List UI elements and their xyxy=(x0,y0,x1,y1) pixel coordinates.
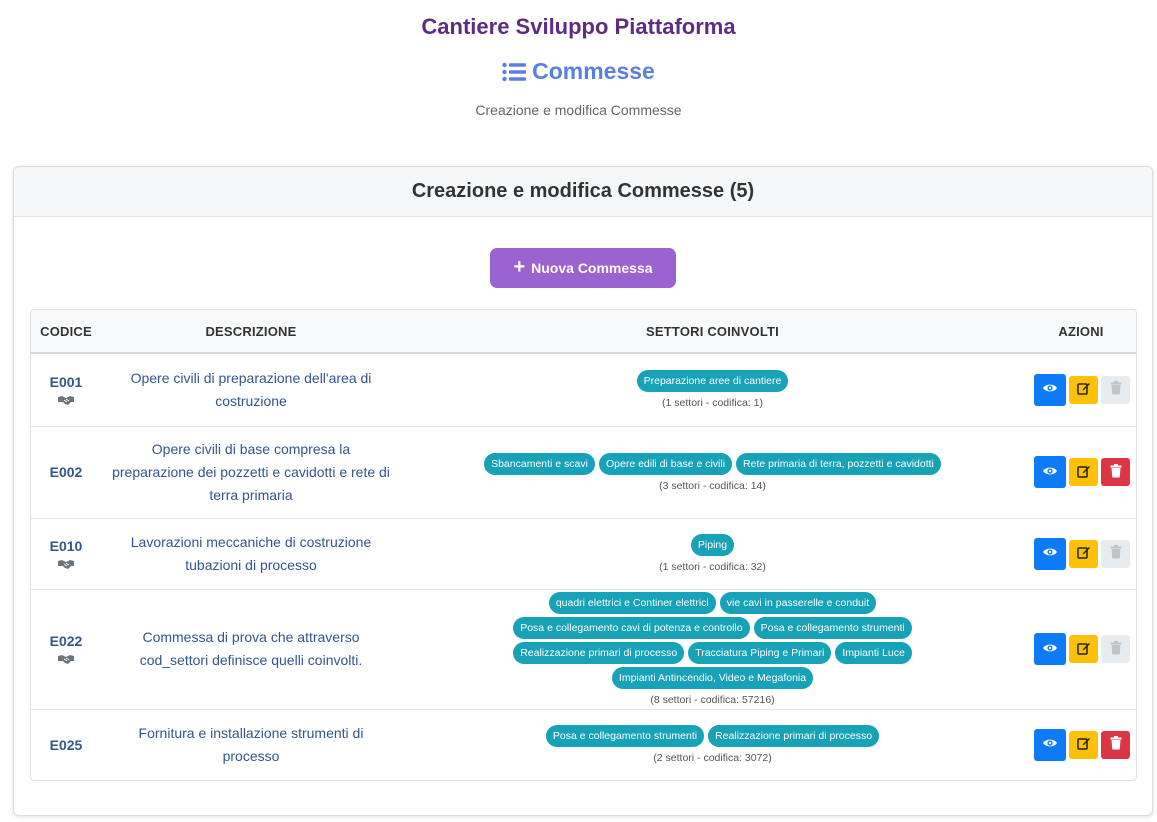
card-header: Creazione e modifica Commesse (5) xyxy=(14,167,1152,217)
trash-icon xyxy=(1110,463,1122,481)
header-code: CODICE xyxy=(40,323,92,339)
table-row: E010 Lavorazioni meccaniche di costruzio… xyxy=(31,518,1136,590)
row-code: E022 xyxy=(49,633,83,649)
sector-badge: Posa e collegamento strumenti xyxy=(545,725,705,747)
cell-sectors: Posa e collegamento strumenti Realizzazi… xyxy=(401,709,1024,780)
table-row: E001 Opere civili di preparazione dell'a… xyxy=(31,353,1136,427)
delete-button[interactable] xyxy=(1101,730,1130,759)
sector-badge: Tracciatura Piping e Primari xyxy=(688,642,832,664)
cell-code: E001 xyxy=(31,353,101,427)
cell-actions xyxy=(1024,353,1136,427)
eye-icon xyxy=(1042,465,1058,480)
cell-actions xyxy=(1024,589,1136,710)
edit-button[interactable] xyxy=(1069,539,1098,568)
cell-code: E002 xyxy=(31,426,101,519)
handshake-icon xyxy=(31,653,101,665)
row-description: Fornitura e installazione strumenti di p… xyxy=(101,709,401,780)
commesse-table: CODICE DESCRIZIONE SETTORI COINVOLTI AZI… xyxy=(30,309,1137,781)
sector-badge: Sbancamenti e scavi xyxy=(484,452,595,475)
edit-button[interactable] xyxy=(1069,635,1098,663)
cell-sectors: Sbancamenti e scavi Opere edili di base … xyxy=(401,426,1024,519)
sector-badge: Rete primaria di terra, pozzetti e cavid… xyxy=(736,452,941,475)
sector-badge: Realizzazione primari di processo xyxy=(513,642,685,664)
delete-button[interactable] xyxy=(1101,458,1130,486)
app-title: Cantiere Sviluppo Piattaforma xyxy=(421,14,736,39)
header-actions: AZIONI xyxy=(1058,323,1104,339)
row-description: Opere civili di base compresa la prepara… xyxy=(101,426,401,519)
trash-icon xyxy=(1110,640,1122,658)
sector-badge: Impianti Antincendio, Video e Megafonia xyxy=(611,667,814,689)
edit-button[interactable] xyxy=(1069,375,1098,404)
cell-code: E025 xyxy=(31,709,101,780)
new-commessa-label: Nuova Commessa xyxy=(531,260,653,276)
row-code: E001 xyxy=(49,373,83,390)
header-sectors: SETTORI COINVOLTI xyxy=(646,323,779,339)
cell-actions xyxy=(1024,426,1136,519)
sector-badge: quadri elettrici e Continer elettrici xyxy=(548,592,716,614)
sector-badge: Posa e collegamento strumenti xyxy=(753,617,912,639)
delete-button-disabled[interactable] xyxy=(1101,375,1130,404)
cell-sectors: Piping (1 settori - codifica: 32) xyxy=(401,518,1024,590)
sector-badge: Realizzazione primari di processo xyxy=(708,725,880,747)
cell-code: E010 xyxy=(31,518,101,590)
row-code: E002 xyxy=(49,464,83,480)
row-description: Lavorazioni meccaniche di costruzione tu… xyxy=(101,518,401,590)
sector-badge: Preparazione aree di cantiere xyxy=(636,370,789,393)
sector-info: (1 settori - codifica: 1) xyxy=(662,397,763,410)
eye-icon xyxy=(1042,737,1058,752)
eye-icon xyxy=(1042,546,1058,561)
plus-icon: + xyxy=(513,256,526,278)
eye-icon xyxy=(1042,382,1058,397)
trash-icon xyxy=(1110,545,1122,562)
cell-actions xyxy=(1024,709,1136,780)
trash-icon xyxy=(1110,736,1122,753)
edit-icon xyxy=(1076,641,1091,658)
new-commessa-button[interactable]: + Nuova Commessa xyxy=(490,248,676,288)
row-code: E010 xyxy=(49,537,83,554)
sector-badge: Impianti Luce xyxy=(835,642,912,664)
view-button[interactable] xyxy=(1034,633,1066,665)
sector-badge: Piping xyxy=(690,534,735,556)
edit-button[interactable] xyxy=(1069,730,1098,759)
row-code: E025 xyxy=(49,736,83,753)
view-button[interactable] xyxy=(1034,537,1066,570)
edit-icon xyxy=(1076,736,1091,753)
header-description: DESCRIZIONE xyxy=(205,323,297,339)
trash-icon xyxy=(1110,381,1122,398)
view-button[interactable] xyxy=(1034,728,1066,761)
handshake-icon xyxy=(31,394,101,406)
view-button[interactable] xyxy=(1034,456,1066,488)
table-row: E022 Commessa di prova che attraverso co… xyxy=(31,589,1136,710)
commesse-card: Creazione e modifica Commesse (5) + Nuov… xyxy=(13,166,1153,816)
cell-code: E022 xyxy=(31,589,101,710)
edit-icon xyxy=(1076,381,1091,398)
delete-button-disabled[interactable] xyxy=(1101,539,1130,568)
eye-icon xyxy=(1042,642,1058,657)
row-description: Commessa di prova che attraverso cod_set… xyxy=(101,589,401,710)
sector-badge: Opere edili di base e civili xyxy=(598,452,733,475)
sector-badge: Posa e collegamento cavi di potenza e co… xyxy=(513,617,750,639)
table-row: E025 Fornitura e installazione strumenti… xyxy=(31,709,1136,780)
table-header-row: CODICE DESCRIZIONE SETTORI COINVOLTI AZI… xyxy=(31,310,1136,353)
sector-info: (2 settori - codifica: 3072) xyxy=(653,752,772,764)
page-subtitle: Creazione e modifica Commesse xyxy=(475,102,682,118)
page-title: Commesse xyxy=(0,58,1157,85)
edit-icon xyxy=(1076,545,1091,562)
sector-info: (8 settori - codifica: 57216) xyxy=(650,694,775,706)
cell-actions xyxy=(1024,518,1136,590)
sector-badge: vie cavi in passerelle e conduit xyxy=(719,592,877,614)
handshake-icon xyxy=(31,558,101,570)
list-icon xyxy=(502,62,527,82)
table-row: E002 Opere civili di base compresa la pr… xyxy=(31,426,1136,519)
sector-info: (3 settori - codifica: 14) xyxy=(659,479,766,492)
view-button[interactable] xyxy=(1034,373,1066,406)
cell-sectors: quadri elettrici e Continer elettrici vi… xyxy=(401,589,1024,710)
edit-icon xyxy=(1076,464,1091,481)
sector-info: (1 settori - codifica: 32) xyxy=(659,561,766,573)
page-title-text: Commesse xyxy=(532,58,655,84)
row-description: Opere civili di preparazione dell'area d… xyxy=(101,353,401,427)
edit-button[interactable] xyxy=(1069,458,1098,486)
cell-sectors: Preparazione aree di cantiere (1 settori… xyxy=(401,353,1024,427)
delete-button-disabled[interactable] xyxy=(1101,635,1130,663)
